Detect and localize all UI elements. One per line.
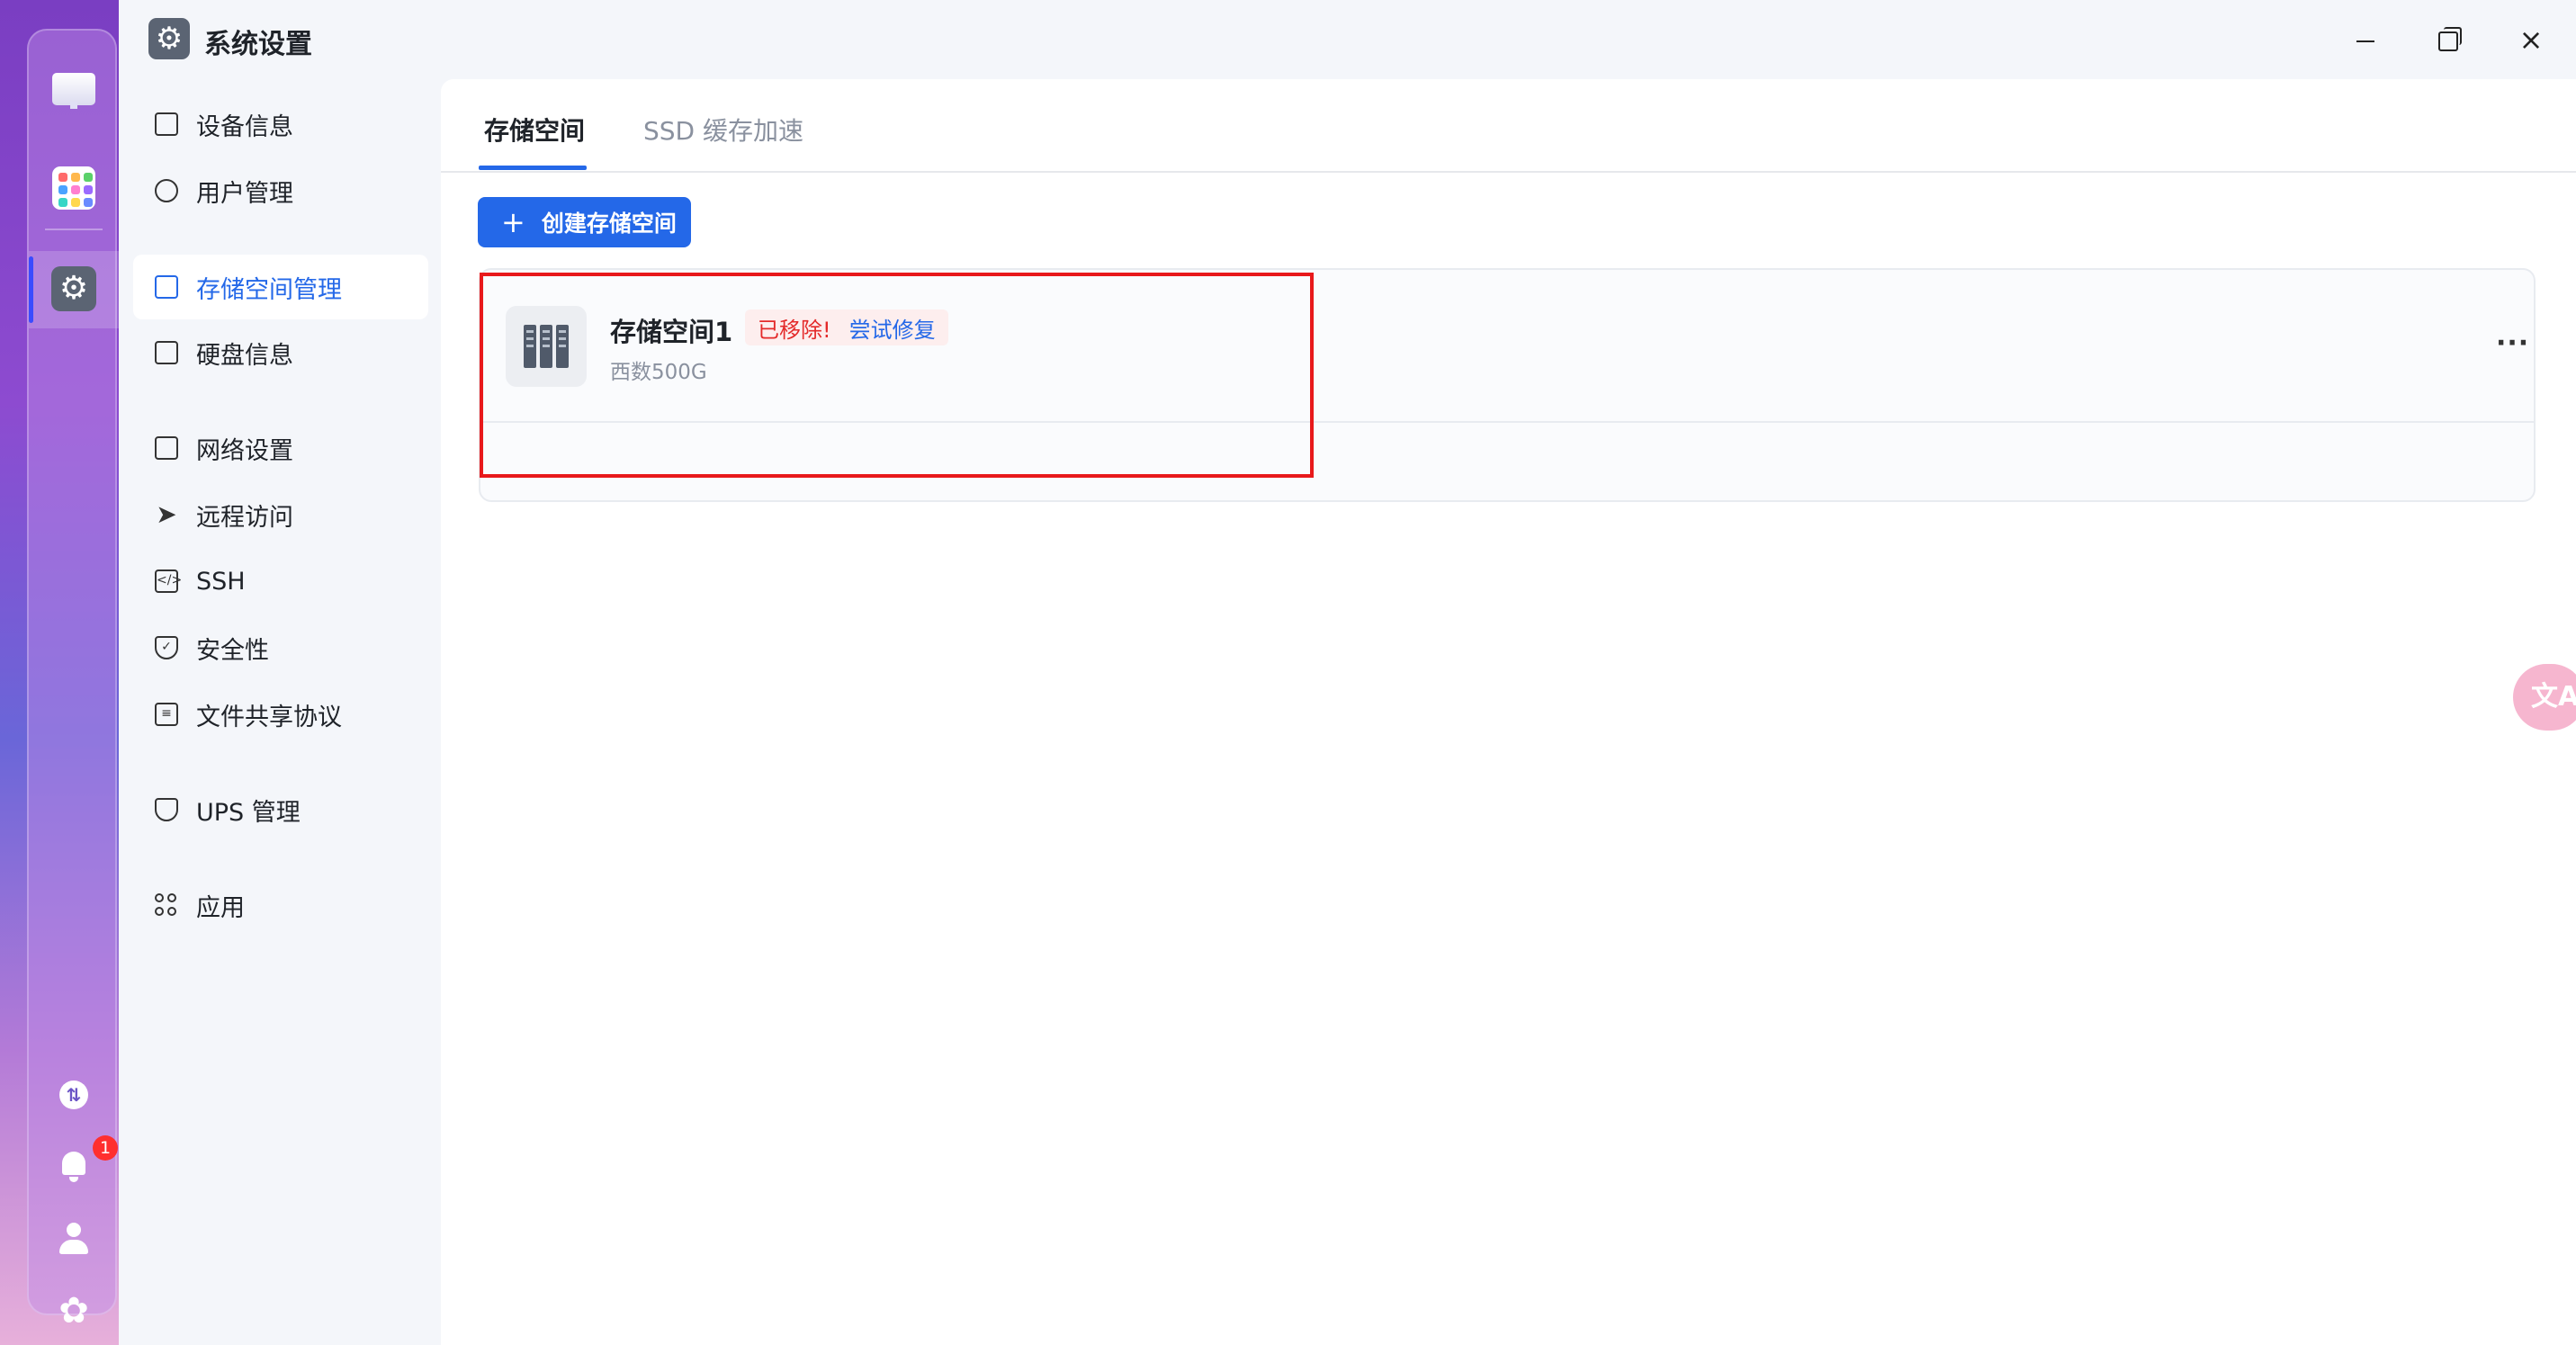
user-icon[interactable] <box>51 1216 96 1261</box>
storage-icon <box>155 275 178 299</box>
send-icon: ➤ <box>156 499 177 529</box>
sidebar-item-label: 应用 <box>196 893 245 922</box>
title-bar: ⚙ 系统设置 × <box>119 0 2576 79</box>
sidebar-item-users[interactable]: 用户管理 <box>133 158 428 223</box>
sidebar-item-label: 用户管理 <box>196 179 293 208</box>
code-icon: </> <box>155 569 182 593</box>
active-tab-indicator <box>479 166 587 170</box>
sidebar-item-label: SSH <box>196 567 246 596</box>
sidebar-item-label: 安全性 <box>196 636 269 665</box>
create-storage-button[interactable]: + 创建存储空间 <box>478 197 691 247</box>
sidebar-item-file-share[interactable]: ≡ 文件共享协议 <box>133 682 428 747</box>
dock: ⚙ ⇅ 1 ✿ <box>27 29 119 1331</box>
device-icon <box>155 112 178 136</box>
sidebar-item-label: 文件共享协议 <box>196 703 342 731</box>
apps-grid-icon <box>155 893 178 917</box>
close-button[interactable]: × <box>2509 18 2553 61</box>
bell-shape <box>60 1152 87 1182</box>
app-tile <box>52 166 95 210</box>
sidebar-item-label: 硬盘信息 <box>196 341 293 370</box>
sidebar: 设备信息 用户管理 存储空间管理 硬盘信息 网络设置 ➤ 远程访问 </> SS… <box>119 79 441 1345</box>
create-storage-label: 创建存储空间 <box>541 211 677 237</box>
app-center-icon[interactable] <box>51 166 96 211</box>
sidebar-item-ssh[interactable]: </> SSH <box>133 549 428 614</box>
disk-icon <box>155 341 178 364</box>
sidebar-item-label: 远程访问 <box>196 503 293 532</box>
sidebar-item-label: UPS 管理 <box>196 798 301 827</box>
sidebar-item-label: 网络设置 <box>196 436 293 465</box>
sidebar-item-storage[interactable]: 存储空间管理 <box>133 255 428 319</box>
more-options-button[interactable]: ··· <box>2496 327 2529 359</box>
maximize-button[interactable] <box>2427 18 2470 61</box>
translate-button[interactable]: 文A <box>2513 664 2576 731</box>
bell-icon[interactable] <box>51 1144 96 1189</box>
minimize-icon <box>2356 40 2374 42</box>
monitor-screen <box>52 73 95 105</box>
settings-icon[interactable]: ⚙ <box>51 266 96 311</box>
window-title: 系统设置 <box>204 29 312 60</box>
minimize-button[interactable] <box>2344 18 2387 61</box>
sidebar-item-disk[interactable]: 硬盘信息 <box>133 320 428 385</box>
sidebar-item-label: 存储空间管理 <box>196 275 342 304</box>
network-icon <box>155 436 178 460</box>
transfer-arrows-icon: ⇅ <box>59 1080 88 1109</box>
sidebar-item-apps[interactable]: 应用 <box>133 873 428 937</box>
monitor-icon[interactable] <box>51 67 96 112</box>
ups-shield-icon <box>155 798 178 821</box>
sidebar-item-label: 设备信息 <box>196 112 293 141</box>
gear-icon[interactable]: ✿ <box>51 1288 96 1333</box>
highlight-annotation-box <box>480 273 1314 478</box>
tab-ssd-cache[interactable]: SSD 缓存加速 <box>643 112 803 148</box>
main-content: 存储空间 SSD 缓存加速 + 创建存储空间 存储空间1 已移除! 尝试修复 西… <box>441 79 2576 1345</box>
monitor-stand <box>70 102 77 109</box>
sidebar-item-network[interactable]: 网络设置 <box>133 416 428 480</box>
maximize-icon <box>2438 27 2462 51</box>
shield-icon: ✓ <box>155 636 178 659</box>
tab-storage[interactable]: 存储空间 <box>484 112 585 148</box>
settings-gear-icon: ⚙ <box>51 266 96 311</box>
plus-icon: + <box>501 205 525 239</box>
transfer-icon[interactable]: ⇅ <box>51 1072 96 1117</box>
user-icon <box>155 179 178 202</box>
settings-window: ⚙ 系统设置 × 设备信息 用户管理 存储空间管理 硬盘信息 网络设置 ➤ 远程… <box>119 0 2576 1345</box>
sidebar-item-security[interactable]: ✓ 安全性 <box>133 615 428 680</box>
sidebar-item-remote[interactable]: ➤ 远程访问 <box>133 482 428 547</box>
cog-glyph: ✿ <box>58 1290 89 1332</box>
tab-bar: 存储空间 SSD 缓存加速 <box>441 79 2576 173</box>
close-icon: × <box>2518 22 2544 57</box>
app-settings-icon: ⚙ <box>148 18 190 59</box>
dock-divider <box>45 229 103 230</box>
file-icon: ≡ <box>155 703 178 726</box>
user-shape <box>59 1223 88 1255</box>
sidebar-item-device-info[interactable]: 设备信息 <box>133 92 428 157</box>
sidebar-item-ups[interactable]: UPS 管理 <box>133 777 428 842</box>
notification-badge: 1 <box>93 1135 118 1161</box>
